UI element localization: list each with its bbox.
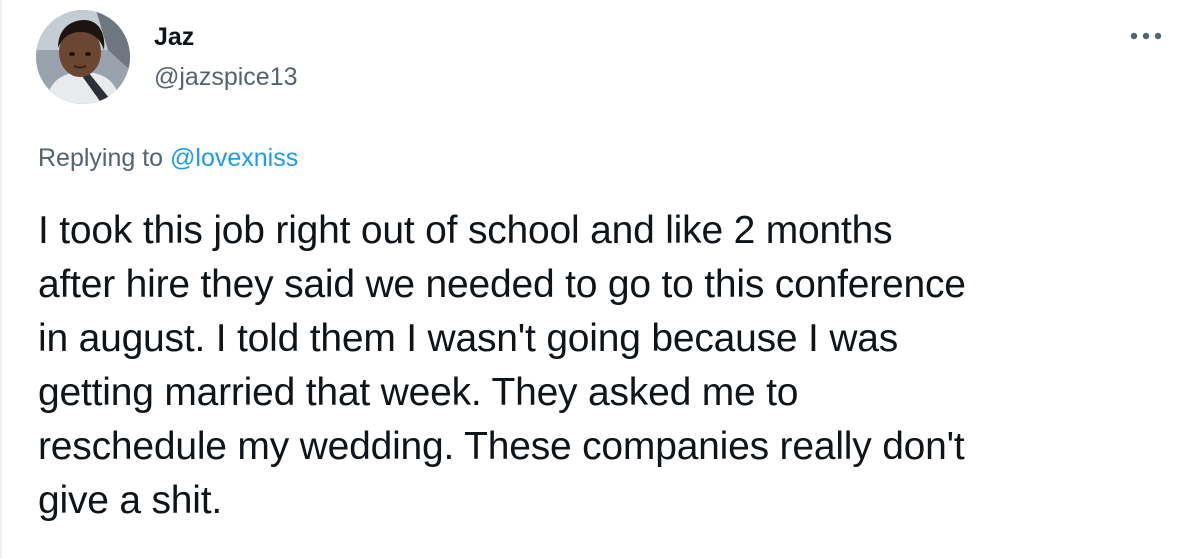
author-avatar[interactable] (36, 10, 130, 104)
more-options-button[interactable] (1126, 24, 1166, 48)
author-display-name[interactable]: Jaz (154, 22, 194, 52)
replying-to-label: Replying to (38, 144, 164, 172)
avatar-photo-icon (36, 10, 130, 104)
tweet-card: Jaz @jazspice13 Replying to @lovexniss I… (0, 0, 1186, 558)
replying-to-line: Replying to @lovexniss (38, 143, 298, 173)
reply-mention-link[interactable]: @lovexniss (170, 144, 298, 172)
more-horizontal-icon (1130, 32, 1162, 40)
tweet-body-text: I took this job right out of school and … (38, 209, 966, 522)
author-handle[interactable]: @jazspice13 (154, 62, 298, 92)
